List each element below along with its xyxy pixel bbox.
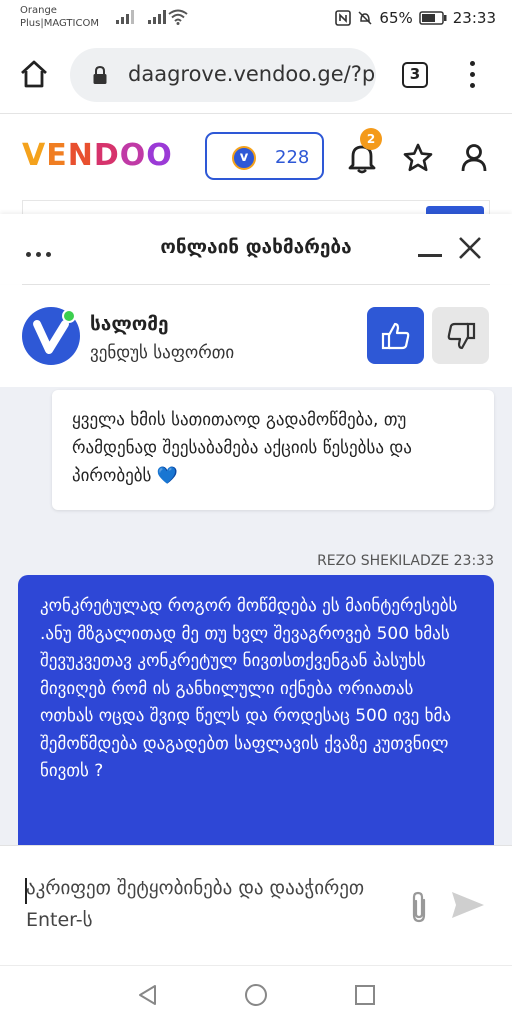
thumbs-down-icon [447,322,476,350]
tab-switcher-button[interactable]: 3 [402,62,428,88]
home-circle-icon[interactable] [244,983,268,1007]
message-input[interactable]: აკრიფეთ შეტყობინება და დააჭირეთ Enter-ს [26,872,386,936]
carrier-line-2: Plus|MAGTICOM [20,18,99,29]
clock: 23:33 [452,9,496,27]
logo-letter: D [93,138,120,173]
coins-count: 228 [275,147,310,168]
nfc-icon [335,10,352,26]
status-bar: Orange Plus|MAGTICOM 65% 23:33 [0,0,512,38]
site-header: VENDOO v 228 [0,114,512,200]
lock-icon [93,65,107,84]
back-icon[interactable] [136,983,158,1007]
agent-info: სალომე ვენდუს საფორთი [0,285,512,387]
thumbs-up-icon [381,322,410,350]
mute-icon [358,11,372,25]
coins-balance-button[interactable]: v 228 [205,132,324,180]
url-text: daagrove.vendoo.ge/?p [128,62,376,86]
page-active-tab-indicator [426,206,484,214]
agent-role: ვენდუს საფორთი [90,343,235,363]
wifi-icon [168,9,188,25]
vendoo-coin-icon: v [232,146,256,170]
paperclip-icon[interactable] [408,890,430,924]
notification-badge: 2 [360,128,382,150]
page-content-edge [22,200,490,214]
close-icon[interactable] [458,236,482,260]
carrier-line-1: Orange [20,5,57,16]
thumbs-up-button[interactable] [367,307,424,364]
logo-letter: O [119,138,147,173]
address-bar[interactable]: daagrove.vendoo.ge/?p [70,48,376,102]
home-icon[interactable] [18,58,50,90]
message-composer[interactable]: აკრიფეთ შეტყობინება და დააჭირეთ Enter-ს [0,845,512,965]
message-list[interactable]: ყველა ხმის სათითაოდ გადამოწმება, თუ რამდ… [0,387,512,845]
thumbs-down-button[interactable] [432,307,489,364]
logo-letter: N [67,138,94,173]
user-icon[interactable] [460,142,488,174]
agent-name: სალომე [90,313,169,335]
logo-letter: E [46,138,68,173]
online-status-dot [62,309,76,323]
battery-percent: 65% [379,9,413,27]
browser-toolbar: daagrove.vendoo.ge/?p 3 [0,38,512,114]
message-sender-time: REZO SHEKILADZE 23:33 [317,553,494,569]
minimize-chat-icon[interactable] [418,254,442,257]
text-cursor [25,878,27,904]
vendoo-logo[interactable]: VENDOO [22,138,173,173]
battery-icon [419,11,447,25]
chat-header: ონლაინ დახმარება [0,214,512,284]
system-navigation-bar [0,965,512,1024]
signal-icon [116,10,134,24]
incoming-message: ყველა ხმის სათითაოდ გადამოწმება, თუ რამდ… [52,390,494,510]
logo-letter: O [146,138,173,173]
logo-letter: V [22,138,47,173]
overflow-menu-icon[interactable] [466,58,478,92]
carrier-label: Orange Plus|MAGTICOM [20,4,99,30]
signal-icon [148,10,166,24]
recent-apps-icon[interactable] [354,984,376,1006]
outgoing-message: კონკრეტულად როგორ მოწმდება ეს მაინტერესე… [18,575,494,845]
star-icon[interactable] [402,142,434,174]
send-icon[interactable] [450,890,486,920]
